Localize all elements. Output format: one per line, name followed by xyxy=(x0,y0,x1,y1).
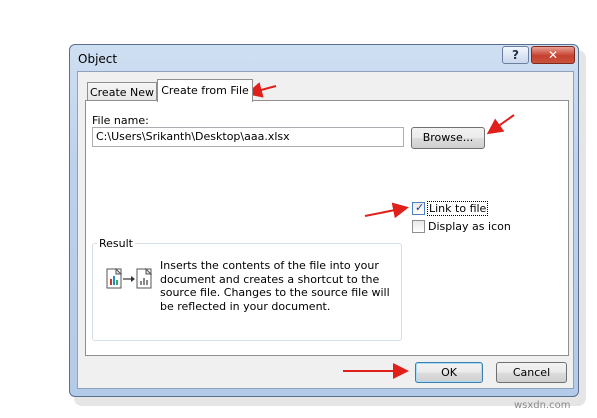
tab-create-from-file[interactable]: Create from File xyxy=(157,79,253,102)
annotation-arrows xyxy=(246,82,515,379)
watermark: wsxdn.com xyxy=(514,400,571,411)
tab-create-from-file-label: Create from File xyxy=(161,84,249,97)
arrow-to-tab xyxy=(246,82,277,98)
arrow-to-link-checkbox xyxy=(364,202,409,219)
arrow-to-browse xyxy=(486,114,515,135)
